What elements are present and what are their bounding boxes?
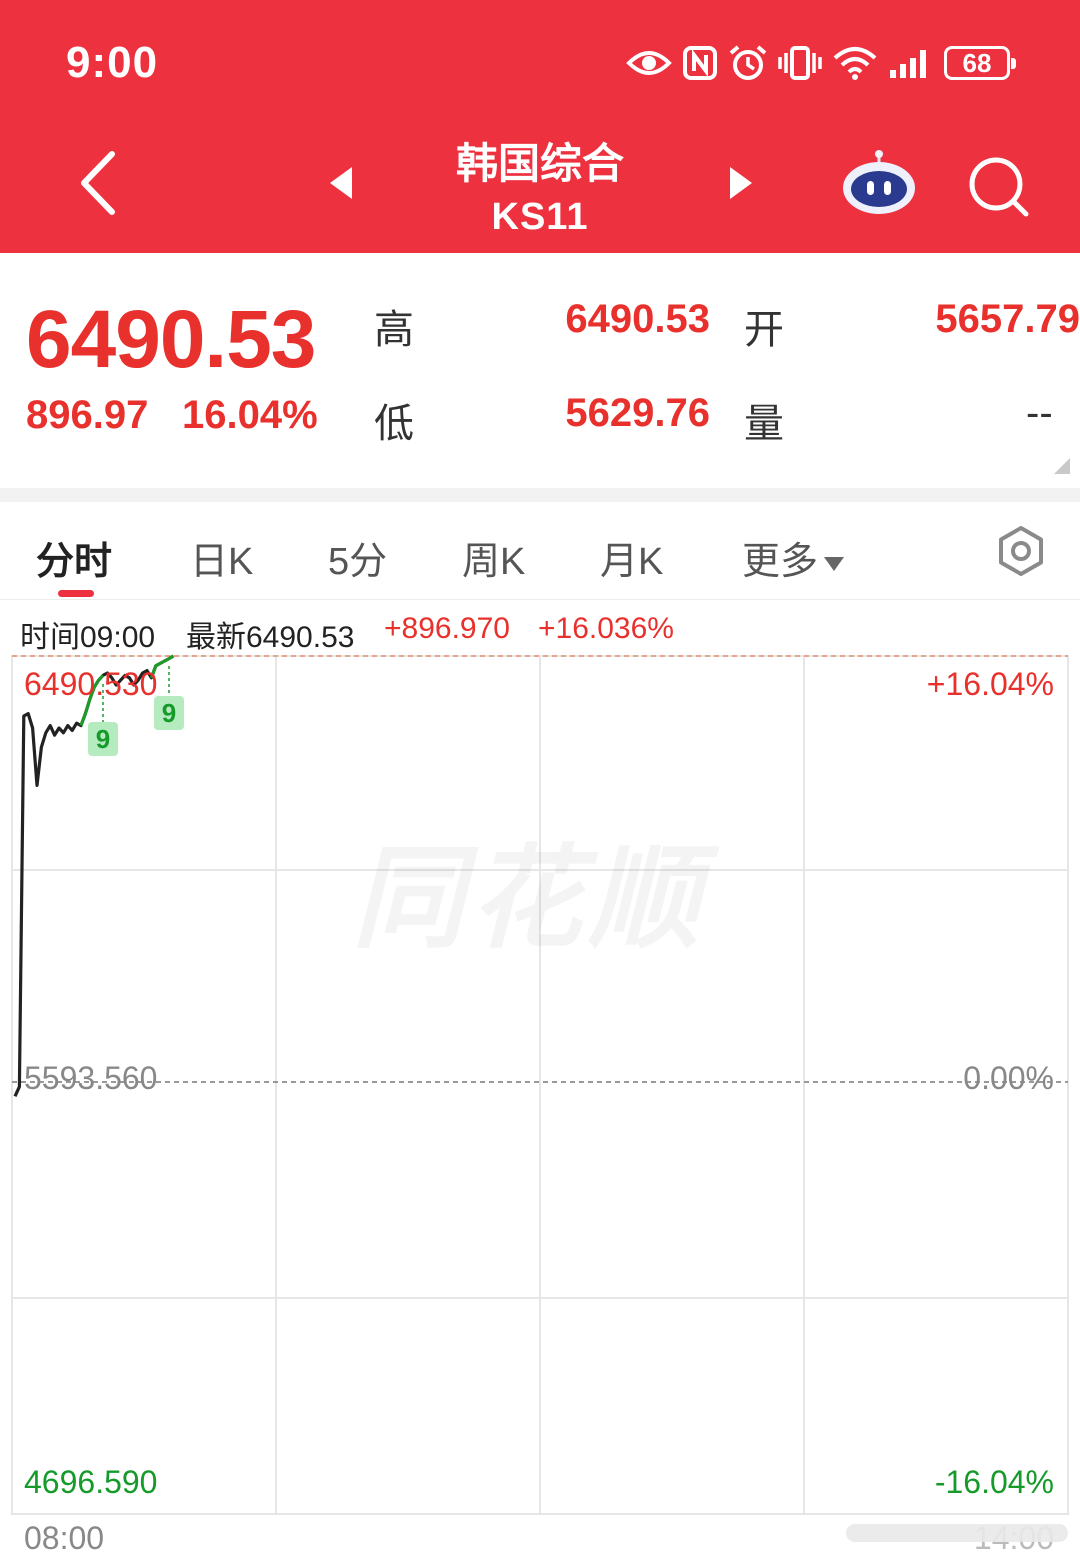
chart-grid bbox=[11, 655, 1069, 1515]
signal-tag[interactable]: 9 bbox=[154, 696, 184, 730]
info-change-pct: +16.036% bbox=[538, 612, 674, 645]
wifi-icon bbox=[833, 47, 877, 80]
y-axis-mid-label: 5593.560 bbox=[24, 1060, 158, 1096]
chart-period-tabs: 分时 日K 5分 周K 月K 更多 bbox=[0, 502, 1080, 600]
y-axis-bottom-label: 4696.590 bbox=[24, 1464, 158, 1500]
price-change: 896.97 bbox=[26, 393, 149, 437]
y-axis-top-label: 6490.530 bbox=[24, 666, 158, 702]
tab-5min[interactable]: 5分 bbox=[328, 530, 387, 585]
low-value: 5629.76 bbox=[565, 391, 710, 435]
last-price: 6490.53 bbox=[26, 294, 316, 385]
watermark-logo: 同花顺 bbox=[352, 808, 706, 970]
status-time: 9:00 bbox=[66, 38, 159, 87]
tab-weekly-k[interactable]: 周K bbox=[462, 530, 525, 585]
section-divider bbox=[0, 488, 1080, 502]
signal-tag[interactable]: 9 bbox=[88, 722, 118, 756]
prev-triangle-icon[interactable] bbox=[328, 165, 354, 201]
open-value: 5657.79 bbox=[935, 297, 1080, 341]
settings-icon[interactable] bbox=[994, 524, 1048, 578]
robot-assistant-icon[interactable] bbox=[838, 148, 920, 218]
active-tab-indicator bbox=[58, 590, 94, 597]
alarm-icon bbox=[729, 45, 767, 80]
vibrate-icon bbox=[778, 46, 822, 80]
tab-more-label: 更多 bbox=[742, 541, 819, 583]
tab-daily-k[interactable]: 日K bbox=[190, 530, 253, 585]
nfc-icon bbox=[683, 46, 717, 80]
back-arrow-icon[interactable] bbox=[70, 148, 130, 218]
volume-label: 量 bbox=[744, 402, 784, 446]
high-value: 6490.53 bbox=[565, 297, 710, 341]
chart-canvas bbox=[11, 654, 1069, 1515]
search-icon[interactable] bbox=[966, 154, 1032, 220]
intraday-chart[interactable]: 同花顺 6490.530 +16.04% 5593.560 0.00% 4696… bbox=[0, 650, 1080, 1556]
volume-value: -- bbox=[1026, 391, 1053, 435]
index-code: KS11 bbox=[491, 196, 589, 238]
index-title: 韩国综合 bbox=[455, 140, 624, 187]
pct-axis-bottom-label: -16.04% bbox=[934, 1464, 1054, 1500]
low-label: 低 bbox=[374, 402, 414, 446]
signal-icon bbox=[890, 50, 926, 78]
open-label: 开 bbox=[744, 308, 784, 352]
high-label: 高 bbox=[374, 308, 414, 352]
battery-level: 68 bbox=[962, 47, 992, 78]
caret-down-icon bbox=[824, 556, 845, 571]
price-change-pct: 16.04% bbox=[182, 393, 318, 437]
pct-axis-top-label: +16.04% bbox=[926, 666, 1054, 702]
quote-panel: 6490.53 896.97 16.04% 高 6490.53 开 5657.7… bbox=[0, 253, 1080, 488]
status-icons: 68 bbox=[626, 40, 1016, 86]
info-change: +896.970 bbox=[384, 612, 510, 645]
tab-monthly-k[interactable]: 月K bbox=[600, 530, 663, 585]
battery-icon: 68 bbox=[944, 46, 1016, 80]
tab-intraday[interactable]: 分时 bbox=[36, 530, 112, 585]
pct-axis-mid-label: 0.00% bbox=[963, 1060, 1054, 1096]
eye-icon bbox=[626, 51, 672, 75]
x-axis-start-label: 08:00 bbox=[24, 1520, 105, 1556]
gesture-bar-icon bbox=[846, 1524, 1068, 1542]
expand-corner-icon[interactable] bbox=[1054, 458, 1070, 474]
next-triangle-icon[interactable] bbox=[728, 165, 754, 201]
app-header: 9:00 68 韩国综合 KS11 bbox=[0, 0, 1080, 253]
tab-more[interactable]: 更多 bbox=[742, 530, 845, 585]
